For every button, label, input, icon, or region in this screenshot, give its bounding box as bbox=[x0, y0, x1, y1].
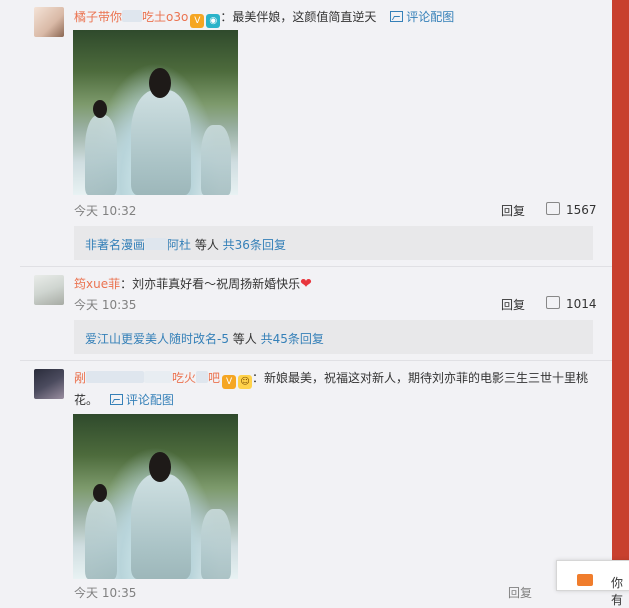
image-icon bbox=[109, 394, 123, 405]
comment-image[interactable] bbox=[73, 414, 238, 579]
page-edge bbox=[612, 0, 629, 589]
comment-panel: 橘子带你 吃土o3o V ◉ ：最美伴娘，这颜值简直逆天 评论配图 今天 10:32 回… bbox=[0, 0, 612, 600]
reply-button[interactable]: 回复 bbox=[508, 584, 532, 601]
view-image-link[interactable]: 评论配图 bbox=[390, 10, 454, 24]
view-image-link[interactable]: 评论配图 bbox=[109, 393, 174, 407]
username-link[interactable]: 橘子带你 吃土o3o bbox=[74, 10, 188, 24]
comment-text-continued: 花。 评论配图 bbox=[74, 393, 174, 407]
thumbs-up-icon bbox=[546, 202, 560, 215]
heart-emoji-icon: ❤ bbox=[300, 276, 312, 292]
thumbs-up-icon bbox=[546, 296, 560, 309]
comment-image[interactable] bbox=[73, 30, 238, 195]
notification-text: 你有 bbox=[611, 576, 624, 607]
reply-user-link[interactable]: 非著名漫画 阿杜 bbox=[85, 238, 191, 252]
comment-header: 剐吃火吧 V ☺ ：新娘最美，祝福这对新人，期待刘亦菲的电影三生三世十里桃 bbox=[74, 369, 588, 389]
vip-badge-icon: V bbox=[190, 14, 205, 28]
comment-text: ：新娘最美，祝福这对新人，期待刘亦菲的电影三生三世十里桃 bbox=[252, 371, 589, 385]
reply-user-link[interactable]: 爱江山更爱美人随时改名-5 bbox=[85, 332, 229, 346]
reply-button[interactable]: 回复 bbox=[501, 202, 525, 219]
replies-summary[interactable]: 爱江山更爱美人随时改名-5 等人 共45条回复 bbox=[74, 320, 593, 354]
divider bbox=[20, 266, 612, 267]
comment-header: 橘子带你 吃土o3o V ◉ ：最美伴娘，这颜值简直逆天 评论配图 bbox=[74, 8, 454, 28]
comment-text: ：刘亦菲真好看～祝周扬新婚快乐 bbox=[120, 277, 301, 291]
timestamp: 今天 10:35 bbox=[74, 586, 137, 600]
replies-summary[interactable]: 非著名漫画 阿杜 等人 共36条回复 bbox=[74, 226, 593, 260]
comment-text: ：最美伴娘，这颜值简直逆天 bbox=[220, 10, 377, 24]
avatar[interactable] bbox=[34, 7, 64, 37]
vip-badge-icon: V bbox=[222, 375, 237, 389]
like-button[interactable]: 1567 bbox=[546, 202, 597, 217]
avatar[interactable] bbox=[34, 275, 64, 305]
timestamp: 今天 10:32 bbox=[74, 204, 137, 218]
like-button[interactable]: 1014 bbox=[546, 296, 597, 311]
emoji-badge-icon: ☺ bbox=[238, 375, 253, 389]
view-replies-link[interactable]: 共45条回复 bbox=[261, 332, 324, 346]
image-icon bbox=[390, 11, 404, 22]
timestamp: 今天 10:35 bbox=[74, 298, 137, 312]
camera-badge-icon: ◉ bbox=[206, 14, 221, 28]
like-count: 1567 bbox=[566, 203, 597, 217]
mail-icon bbox=[577, 574, 593, 586]
username-link[interactable]: 筠xue菲 bbox=[74, 277, 120, 291]
message-notification[interactable]: 你有 bbox=[556, 560, 629, 607]
comment-header: 筠xue菲：刘亦菲真好看～祝周扬新婚快乐❤ bbox=[74, 275, 312, 292]
avatar[interactable] bbox=[34, 369, 64, 399]
reply-button[interactable]: 回复 bbox=[501, 296, 525, 313]
username-link[interactable]: 剐吃火吧 bbox=[74, 371, 220, 385]
view-replies-link[interactable]: 共36条回复 bbox=[223, 238, 286, 252]
like-count: 1014 bbox=[566, 297, 597, 311]
divider bbox=[20, 360, 612, 361]
